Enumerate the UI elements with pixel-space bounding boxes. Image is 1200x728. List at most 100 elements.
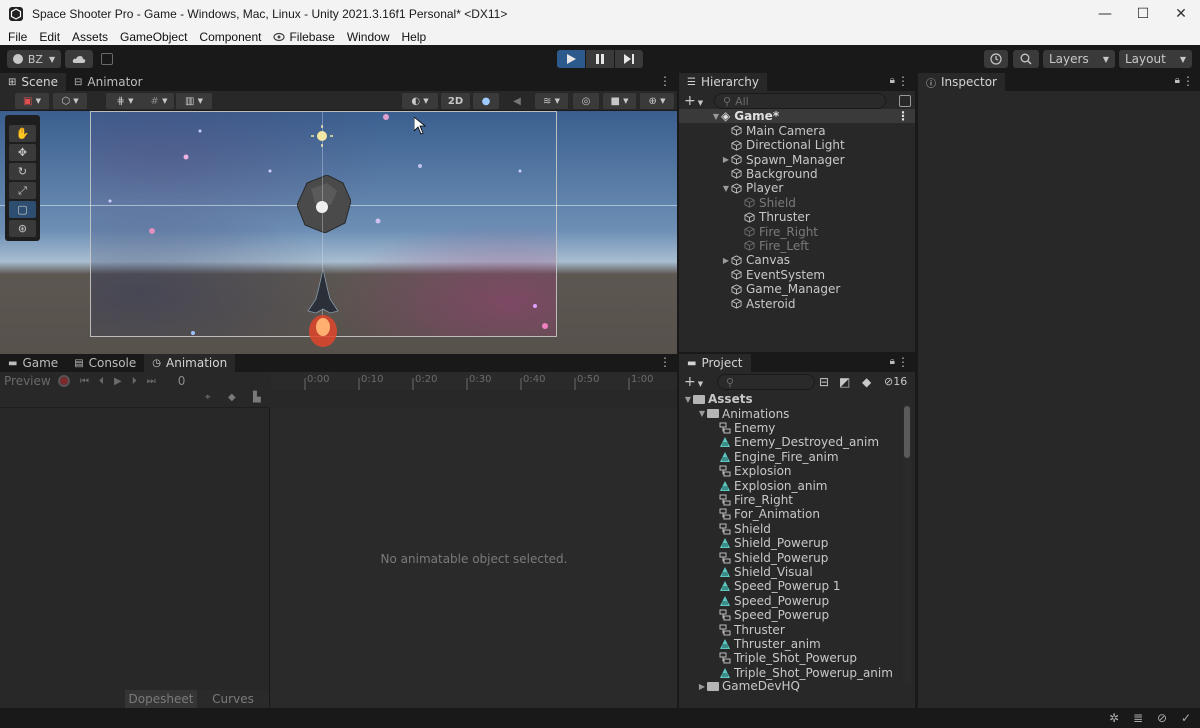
scene-visibility-toggle[interactable]: ◎ bbox=[573, 93, 599, 109]
debug-bug-icon[interactable]: ✲ bbox=[1109, 711, 1119, 725]
expand-arrow-icon[interactable]: ▶ bbox=[721, 256, 731, 265]
network-icon[interactable]: ⊘ bbox=[1157, 711, 1167, 725]
gizmo-mode-dropdown[interactable]: ▣ ▼ bbox=[15, 93, 49, 109]
hierarchy-item[interactable]: ▼ Player bbox=[721, 181, 783, 195]
effects-dropdown[interactable]: ≋ ▼ bbox=[535, 93, 568, 109]
menu-filebase-item[interactable]: Filebase bbox=[267, 30, 340, 44]
project-asset-item[interactable]: Engine_Fire_anim bbox=[719, 450, 839, 464]
menu-edit[interactable]: Edit bbox=[33, 30, 66, 44]
hierarchy-item[interactable]: Directional Light bbox=[721, 138, 845, 152]
step-button[interactable] bbox=[615, 50, 643, 68]
event-marker-icon[interactable]: ▙ bbox=[253, 392, 261, 403]
expand-arrow-icon[interactable]: ▶ bbox=[721, 155, 731, 164]
dopesheet-tab[interactable]: Dopesheet bbox=[125, 690, 197, 708]
project-asset-item[interactable]: Explosion_anim bbox=[719, 478, 828, 493]
menu-gameobject[interactable]: GameObject bbox=[114, 30, 193, 44]
project-search-input[interactable]: ⚲ bbox=[717, 374, 815, 390]
project-asset-item[interactable]: Shield bbox=[719, 522, 771, 536]
hierarchy-item[interactable]: Background bbox=[721, 167, 818, 181]
scene-search-icon[interactable] bbox=[899, 95, 911, 107]
project-asset-item[interactable]: Thruster bbox=[719, 622, 785, 637]
project-asset-item[interactable]: Explosion bbox=[719, 464, 792, 478]
project-asset-item[interactable]: Enemy_Destroyed_anim bbox=[719, 435, 879, 449]
timeline-ruler[interactable]: 0:00 0:10 0:20 0:30 0:40 0:50 1:00 bbox=[271, 372, 677, 390]
project-asset-item[interactable]: Shield_Powerup bbox=[719, 536, 828, 550]
tab-scene[interactable]: ⊞ Scene bbox=[0, 73, 66, 91]
last-key-icon[interactable]: ⏭ bbox=[147, 376, 156, 387]
add-event-icon[interactable]: ◆ bbox=[228, 392, 236, 403]
project-asset-item[interactable]: For_Animation bbox=[719, 507, 820, 521]
hierarchy-item[interactable]: Fire_Left bbox=[734, 239, 809, 253]
scene-options-icon[interactable]: ⋮ bbox=[897, 109, 909, 123]
project-asset-item[interactable]: Enemy bbox=[719, 421, 775, 435]
collab-icon[interactable] bbox=[101, 53, 113, 65]
menu-component[interactable]: Component bbox=[193, 30, 267, 44]
first-key-icon[interactable]: ⏮ bbox=[80, 376, 89, 387]
layers-dropdown[interactable]: Layers ▼ bbox=[1043, 50, 1115, 68]
play-button[interactable] bbox=[557, 50, 585, 68]
snap-grid-button[interactable]: ⋕ ▼ bbox=[106, 93, 144, 109]
filter-label-icon[interactable]: ◩ bbox=[839, 375, 850, 389]
rect-tool[interactable]: ▢ bbox=[9, 201, 36, 218]
lighting-toggle[interactable]: ● bbox=[473, 93, 499, 109]
pause-button[interactable] bbox=[586, 50, 614, 68]
next-key-icon[interactable]: ⏵ bbox=[132, 376, 137, 387]
hierarchy-item[interactable]: ▶ Canvas bbox=[721, 253, 790, 267]
menu-file[interactable]: File bbox=[0, 30, 33, 44]
maximize-button[interactable]: ☐ bbox=[1124, 0, 1162, 28]
scale-tool[interactable]: ⤢ bbox=[9, 182, 36, 199]
tab-animator[interactable]: ⊟ Animator bbox=[66, 73, 151, 91]
lock-icon[interactable]: 🔒︎ bbox=[1175, 75, 1180, 86]
transform-tool[interactable]: ⊛ bbox=[9, 220, 36, 237]
animation-menu-icon[interactable]: ⋮ bbox=[659, 356, 671, 368]
close-button[interactable]: ✕ bbox=[1162, 0, 1200, 28]
tab-animation[interactable]: ◷ Animation bbox=[144, 354, 236, 372]
animations-folder[interactable]: ▼ Animations bbox=[697, 406, 790, 421]
cache-icon[interactable]: ≣ bbox=[1133, 711, 1143, 725]
draw-mode-dropdown[interactable]: ◐ ▼ bbox=[402, 93, 438, 109]
hierarchy-item[interactable]: Thruster bbox=[734, 210, 810, 224]
scene-row[interactable]: ▼ ◈ Game* ⋮ bbox=[679, 109, 915, 124]
hidden-packages-icon[interactable]: ⊘16 bbox=[884, 375, 907, 388]
dopesheet-area[interactable]: No animatable object selected. bbox=[271, 408, 677, 708]
project-asset-item[interactable]: Triple_Shot_Powerup bbox=[719, 651, 857, 665]
increment-snap-button[interactable]: ▥ ▼ bbox=[176, 93, 212, 109]
tab-project[interactable]: ▬ Project bbox=[679, 354, 751, 372]
toggle-2d-button[interactable]: 2D bbox=[441, 93, 470, 109]
project-asset-item[interactable]: Speed_Powerup bbox=[719, 608, 829, 622]
move-tool[interactable]: ✥ bbox=[9, 144, 36, 161]
hierarchy-menu-icon[interactable]: ⋮ bbox=[897, 75, 909, 87]
rotate-tool[interactable]: ↻ bbox=[9, 163, 36, 180]
assets-folder[interactable]: ▼ Assets bbox=[683, 392, 753, 406]
gizmos-dropdown[interactable]: ⊕ ▼ bbox=[640, 93, 674, 109]
lock-icon[interactable]: 🔒︎ bbox=[890, 356, 895, 367]
add-object-button[interactable]: + ▼ bbox=[684, 93, 703, 109]
project-menu-icon[interactable]: ⋮ bbox=[897, 356, 909, 368]
shading-dropdown[interactable]: ⬡ ▼ bbox=[53, 93, 87, 109]
inspector-menu-icon[interactable]: ⋮ bbox=[1182, 75, 1194, 87]
search-button[interactable] bbox=[1013, 50, 1039, 68]
menu-help[interactable]: Help bbox=[396, 30, 433, 44]
project-asset-item[interactable]: Thruster_anim bbox=[719, 637, 821, 651]
lock-icon[interactable]: 🔒︎ bbox=[890, 75, 895, 86]
camera-dropdown[interactable]: ■ ▼ bbox=[603, 93, 636, 109]
layout-dropdown[interactable]: Layout ▼ bbox=[1119, 50, 1192, 68]
scene-menu-icon[interactable]: ⋮ bbox=[659, 75, 671, 87]
create-asset-button[interactable]: + ▼ bbox=[684, 374, 703, 390]
tab-console[interactable]: ▤ Console bbox=[66, 354, 144, 372]
menu-assets[interactable]: Assets bbox=[66, 30, 114, 44]
frame-field[interactable]: 0 bbox=[178, 374, 208, 388]
scrollbar-thumb[interactable] bbox=[904, 406, 910, 458]
tab-hierarchy[interactable]: ☰ Hierarchy bbox=[679, 73, 767, 91]
prev-key-icon[interactable]: ⏴ bbox=[99, 376, 104, 387]
grid-toggle[interactable]: # ▼ bbox=[144, 93, 174, 109]
gamedevhq-folder[interactable]: ▶ GameDevHQ bbox=[697, 679, 800, 693]
expand-arrow-icon[interactable]: ▼ bbox=[721, 184, 731, 193]
menu-window[interactable]: Window bbox=[341, 30, 396, 44]
tag-icon[interactable]: ◆ bbox=[862, 375, 871, 389]
curves-tab[interactable]: Curves bbox=[197, 690, 269, 708]
add-keyframe-icon[interactable]: ⌖ bbox=[205, 392, 211, 403]
project-asset-item[interactable]: Speed_Powerup bbox=[719, 594, 829, 608]
hierarchy-item[interactable]: Fire_Right bbox=[734, 224, 818, 239]
history-button[interactable] bbox=[984, 50, 1008, 68]
